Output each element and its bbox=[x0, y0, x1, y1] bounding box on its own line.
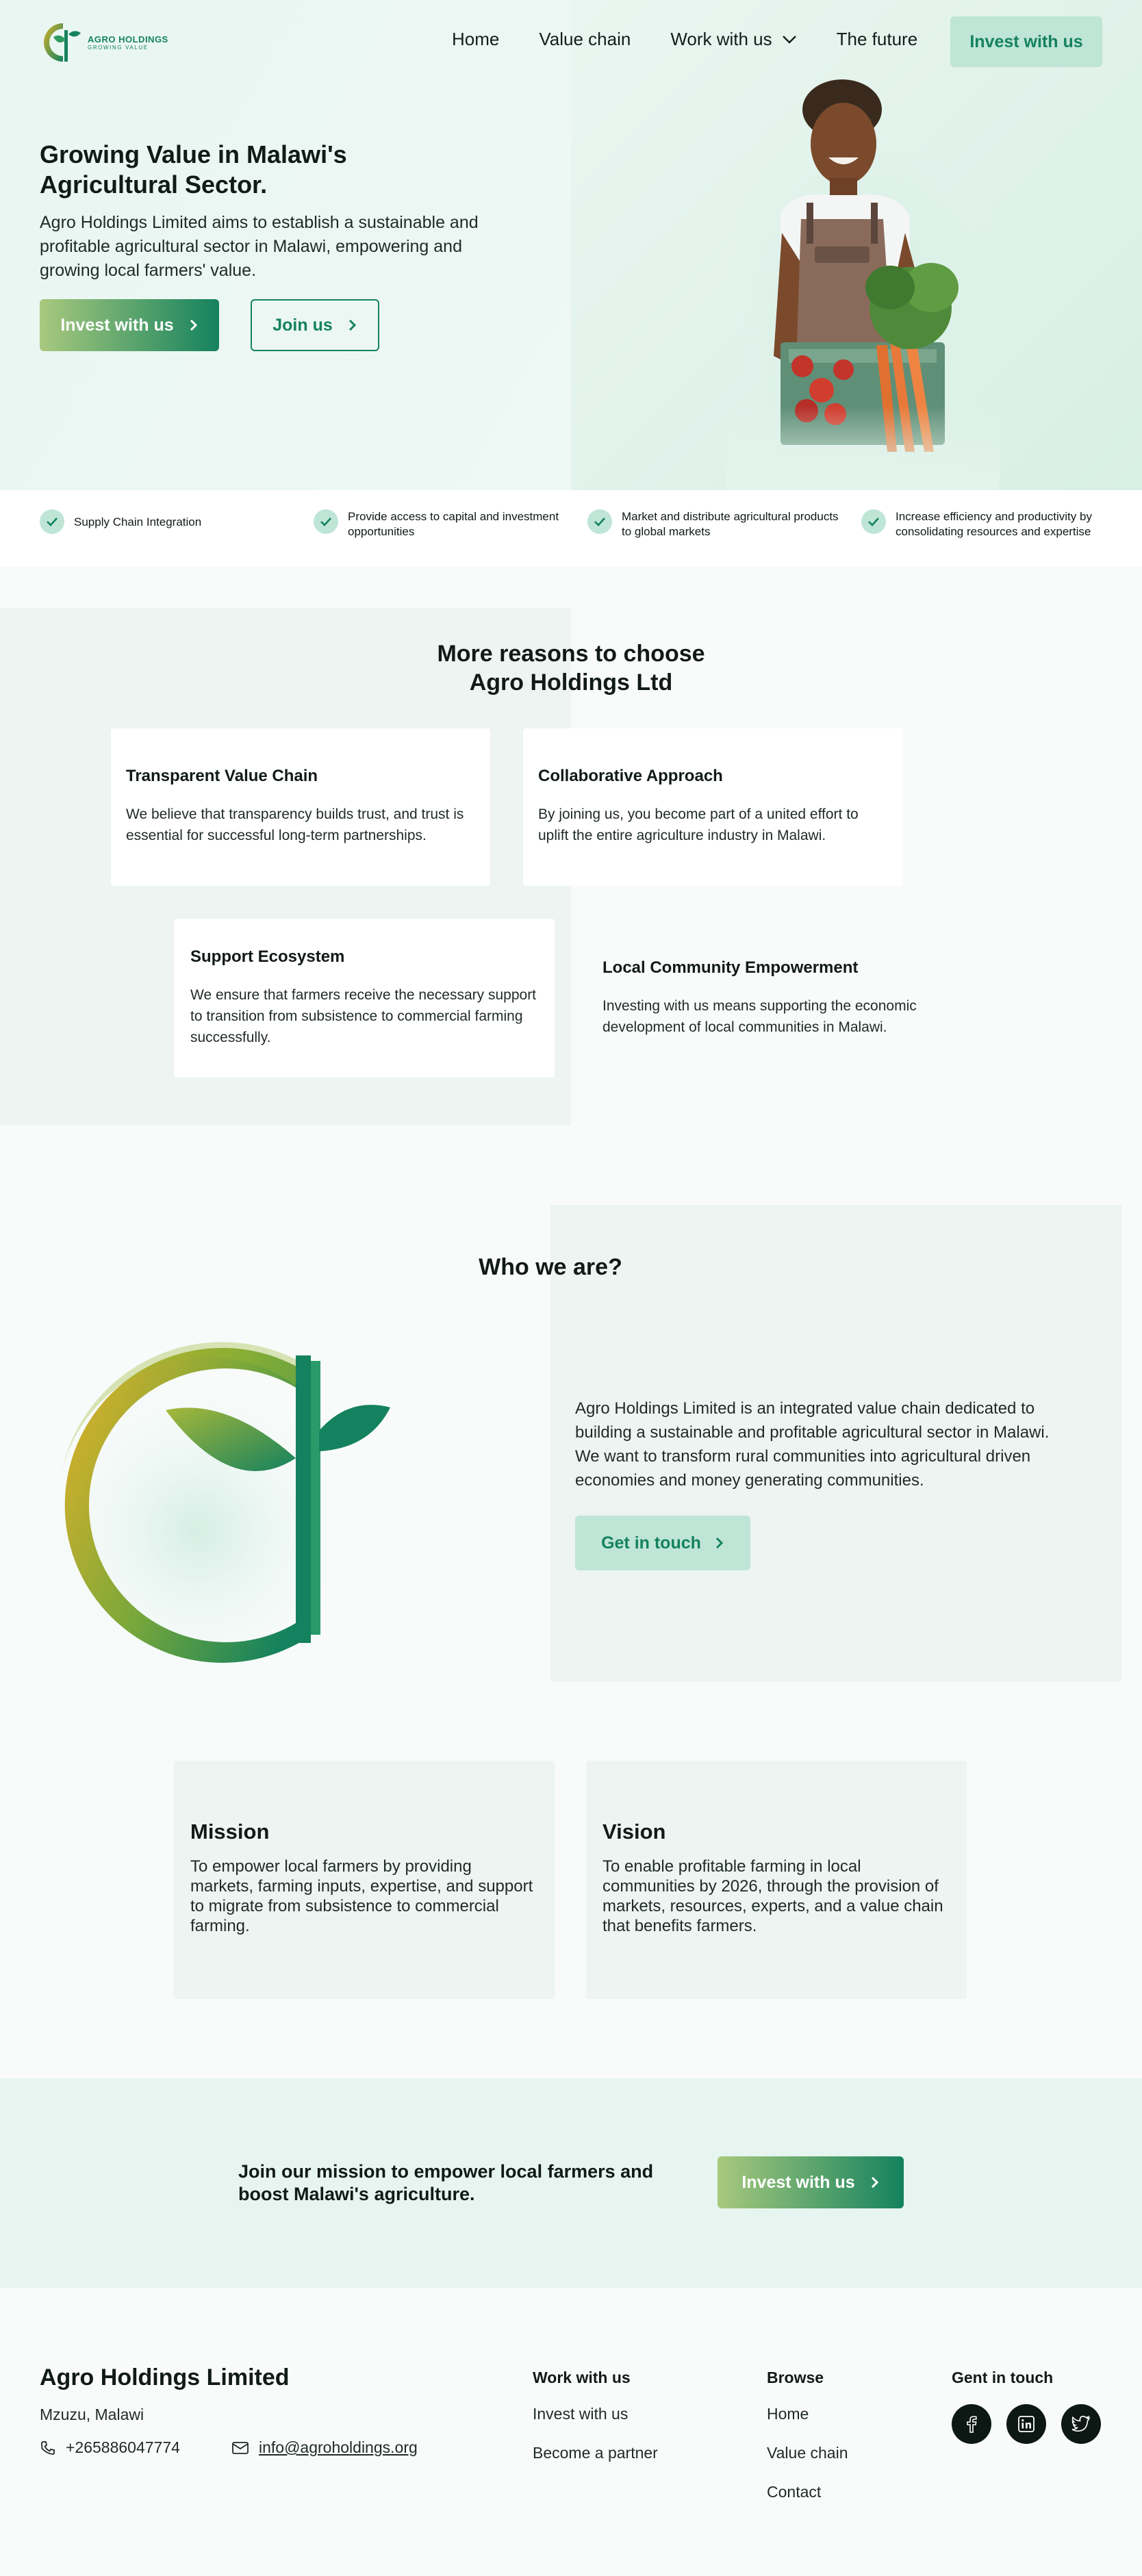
footer-link-value-chain[interactable]: Value chain bbox=[767, 2444, 848, 2462]
check-icon bbox=[314, 509, 338, 534]
phone-icon bbox=[41, 2440, 55, 2455]
footer-company: Agro Holdings Limited bbox=[40, 2364, 290, 2390]
reasons-title: More reasons to choose Agro Holdings Ltd bbox=[331, 639, 811, 697]
nav-work-with-us[interactable]: Work with us bbox=[670, 29, 796, 50]
reason-card-community: Local Community Empowerment Investing wi… bbox=[602, 958, 986, 1038]
farmer-photo bbox=[726, 68, 1000, 490]
feature-text: Market and distribute agricultural produ… bbox=[622, 510, 839, 538]
reasons-title-line2: Agro Holdings Ltd bbox=[469, 669, 673, 696]
vision-card: Vision To enable profitable farming in l… bbox=[586, 1761, 967, 1999]
mission-card: Mission To empower local farmers by prov… bbox=[174, 1761, 555, 1999]
footer-city: Mzuzu, Malawi bbox=[40, 2406, 144, 2423]
footer-work-heading: Work with us bbox=[533, 2369, 631, 2386]
footer-browse-column: Browse Home Value chain Contact bbox=[767, 2369, 848, 2522]
check-icon bbox=[861, 509, 886, 534]
reason-card-text: We ensure that farmers receive the neces… bbox=[190, 987, 537, 1045]
hero-invest-label: Invest with us bbox=[60, 315, 174, 335]
social-links bbox=[952, 2404, 1101, 2444]
reason-card-text: Investing with us means supporting the e… bbox=[602, 998, 917, 1035]
reason-card-support: Support Ecosystem We ensure that farmers… bbox=[174, 919, 555, 1077]
feature-item: Supply Chain Integration bbox=[40, 509, 300, 534]
footer-phone[interactable]: +265886047774 bbox=[40, 2438, 180, 2457]
get-in-touch-button[interactable]: Get in touch bbox=[575, 1516, 750, 1570]
chevron-right-icon bbox=[190, 319, 197, 331]
linkedin-icon[interactable] bbox=[1006, 2404, 1046, 2444]
main-nav: Home Value chain Work with us The future bbox=[452, 29, 957, 50]
feature-text: Increase efficiency and productivity by … bbox=[896, 510, 1092, 538]
footer-touch-column: Gent in touch bbox=[952, 2369, 1053, 2405]
feature-text: Provide access to capital and investment… bbox=[348, 510, 559, 538]
check-icon bbox=[40, 509, 64, 534]
cta-invest-label: Invest with us bbox=[741, 2172, 855, 2192]
nav-home[interactable]: Home bbox=[452, 29, 499, 50]
chevron-down-icon bbox=[782, 35, 796, 44]
mail-icon bbox=[232, 2441, 249, 2454]
reason-card-text: By joining us, you become part of a unit… bbox=[538, 806, 859, 843]
chevron-right-icon bbox=[871, 2176, 878, 2189]
get-in-touch-label: Get in touch bbox=[601, 1533, 701, 1553]
footer-browse-heading: Browse bbox=[767, 2369, 824, 2386]
logo-line2: GROWING VALUE bbox=[88, 44, 149, 51]
feature-item: Provide access to capital and investment… bbox=[314, 509, 574, 539]
reason-card-title: Collaborative Approach bbox=[538, 767, 723, 785]
hero-join-button[interactable]: Join us bbox=[251, 299, 379, 351]
vision-title: Vision bbox=[602, 1820, 666, 1844]
reason-card-text: We believe that transparency builds trus… bbox=[126, 806, 464, 843]
logo-icon bbox=[44, 23, 81, 62]
feature-item: Market and distribute agricultural produ… bbox=[587, 509, 848, 539]
nav-the-future[interactable]: The future bbox=[837, 29, 918, 50]
chevron-right-icon bbox=[348, 319, 356, 331]
vision-text: To enable profitable farming in local co… bbox=[602, 1857, 943, 1935]
mission-text: To empower local farmers by providing ma… bbox=[190, 1857, 533, 1935]
hero-title: Growing Value in Malawi's Agricultural S… bbox=[40, 140, 347, 199]
agro-emblem-icon bbox=[41, 1342, 390, 1670]
footer-link-invest[interactable]: Invest with us bbox=[533, 2405, 658, 2423]
hero-subtitle: Agro Holdings Limited aims to establish … bbox=[40, 213, 479, 280]
footer-touch-heading: Gent in touch bbox=[952, 2369, 1054, 2386]
reason-card-title: Transparent Value Chain bbox=[126, 767, 318, 785]
mission-title: Mission bbox=[190, 1820, 270, 1844]
who-title: Who we are? bbox=[479, 1254, 622, 1280]
logo-wordmark: AGRO HOLDINGS GROWING VALUE bbox=[88, 35, 168, 51]
hero-join-label: Join us bbox=[272, 315, 333, 335]
footer-email[interactable]: info@agroholdings.org bbox=[231, 2438, 418, 2457]
hero-invest-button[interactable]: Invest with us bbox=[40, 299, 219, 351]
footer-phone-label: +265886047774 bbox=[66, 2438, 180, 2456]
reasons-title-line1: More reasons to choose bbox=[437, 641, 705, 667]
footer-email-label: info@agroholdings.org bbox=[259, 2438, 418, 2456]
reason-card-collaborative: Collaborative Approach By joining us, yo… bbox=[523, 728, 902, 886]
nav-value-chain[interactable]: Value chain bbox=[539, 29, 631, 50]
reason-card-title: Support Ecosystem bbox=[190, 947, 345, 966]
footer-link-home[interactable]: Home bbox=[767, 2405, 848, 2423]
check-icon bbox=[587, 509, 612, 534]
reason-card-title: Local Community Empowerment bbox=[602, 958, 859, 977]
cta-text: Join our mission to empower local farmer… bbox=[238, 2161, 654, 2204]
chevron-right-icon bbox=[715, 1537, 724, 1549]
footer-link-contact[interactable]: Contact bbox=[767, 2483, 848, 2501]
feature-text: Supply Chain Integration bbox=[74, 515, 202, 528]
nav-work-with-us-label: Work with us bbox=[670, 29, 772, 49]
twitter-icon[interactable] bbox=[1061, 2404, 1101, 2444]
who-text: Agro Holdings Limited is an integrated v… bbox=[575, 1399, 1050, 1490]
brand-logo[interactable]: AGRO HOLDINGS GROWING VALUE bbox=[40, 19, 168, 66]
nav-invest-button[interactable]: Invest with us bbox=[950, 16, 1102, 67]
cta-invest-button[interactable]: Invest with us bbox=[718, 2156, 904, 2208]
reason-card-transparent: Transparent Value Chain We believe that … bbox=[111, 728, 490, 886]
logo-line1: AGRO HOLDINGS bbox=[88, 34, 168, 44]
facebook-icon[interactable] bbox=[952, 2404, 991, 2444]
footer-link-partner[interactable]: Become a partner bbox=[533, 2444, 658, 2462]
feature-item: Increase efficiency and productivity by … bbox=[861, 509, 1121, 539]
footer-work-column: Work with us Invest with us Become a par… bbox=[533, 2369, 658, 2483]
